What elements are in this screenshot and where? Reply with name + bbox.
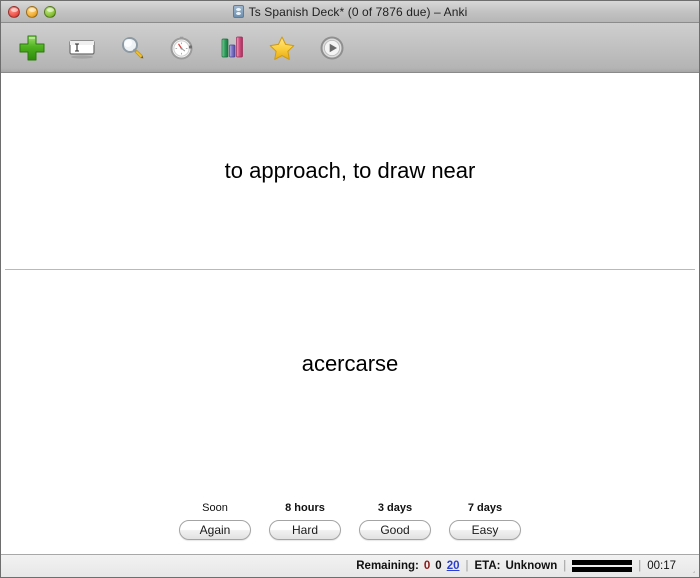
progress-indicator — [572, 560, 633, 572]
anki-main-window: Ts Spanish Deck* (0 of 7876 due) – Anki — [0, 0, 700, 578]
ease-column-good: 3 days Good — [359, 502, 431, 540]
session-timer: 00:17 — [647, 560, 676, 572]
main-toolbar — [1, 23, 699, 73]
edit-icon[interactable] — [65, 31, 99, 65]
window-titlebar: Ts Spanish Deck* (0 of 7876 due) – Anki — [1, 1, 699, 23]
ease-interval-again: Soon — [202, 502, 228, 514]
window-title-group: Ts Spanish Deck* (0 of 7876 due) – Anki — [232, 4, 468, 19]
resize-grip[interactable] — [682, 560, 695, 573]
close-button[interactable] — [8, 5, 20, 18]
status-separator-1: | — [465, 560, 469, 572]
ease-button-row: Soon Again 8 hours Hard 3 days Good 7 da… — [1, 502, 699, 554]
hard-button[interactable]: Hard — [269, 520, 341, 540]
add-icon[interactable] — [15, 31, 49, 65]
again-button[interactable]: Again — [179, 520, 251, 540]
status-bar: Remaining: 0 0 20 | ETA: Unknown | | 00:… — [1, 554, 699, 577]
star-icon[interactable] — [265, 31, 299, 65]
ease-interval-hard: 8 hours — [285, 502, 325, 514]
question-pane: to approach, to draw near — [1, 73, 699, 269]
browse-icon[interactable] — [115, 31, 149, 65]
count-learning[interactable]: 0 — [435, 560, 441, 572]
ease-column-again: Soon Again — [179, 502, 251, 540]
remaining-label: Remaining: — [356, 560, 419, 572]
ease-column-hard: 8 hours Hard — [269, 502, 341, 540]
easy-button[interactable]: Easy — [449, 520, 521, 540]
answer-pane: acercarse — [1, 270, 699, 502]
window-title: Ts Spanish Deck* (0 of 7876 due) – Anki — [248, 4, 468, 19]
card-area: to approach, to draw near acercarse Soon… — [1, 73, 699, 554]
eta-group: ETA: Unknown — [474, 560, 557, 572]
card-answer-text: acercarse — [301, 351, 399, 376]
play-icon[interactable] — [315, 31, 349, 65]
count-due[interactable]: 20 — [447, 560, 460, 572]
status-separator-2: | — [563, 560, 567, 572]
remaining-group: Remaining: 0 0 20 — [356, 560, 459, 572]
maximize-button[interactable] — [44, 5, 56, 18]
count-new[interactable]: 0 — [424, 560, 430, 572]
status-separator-3: | — [638, 560, 642, 572]
stats-icon[interactable] — [215, 31, 249, 65]
progress-bar-top — [572, 560, 633, 565]
stopwatch-icon[interactable] — [165, 31, 199, 65]
window-controls — [8, 1, 56, 22]
eta-label: ETA: — [474, 560, 501, 572]
minimize-button[interactable] — [26, 5, 38, 18]
ease-interval-easy: 7 days — [467, 502, 503, 514]
card-question-text: to approach, to draw near — [224, 157, 476, 183]
good-button[interactable]: Good — [359, 520, 431, 540]
ease-column-easy: 7 days Easy — [449, 502, 521, 540]
progress-bar-bottom — [572, 567, 633, 572]
ease-interval-good: 3 days — [377, 502, 413, 514]
anki-deck-icon — [232, 5, 244, 18]
eta-value: Unknown — [505, 560, 558, 572]
